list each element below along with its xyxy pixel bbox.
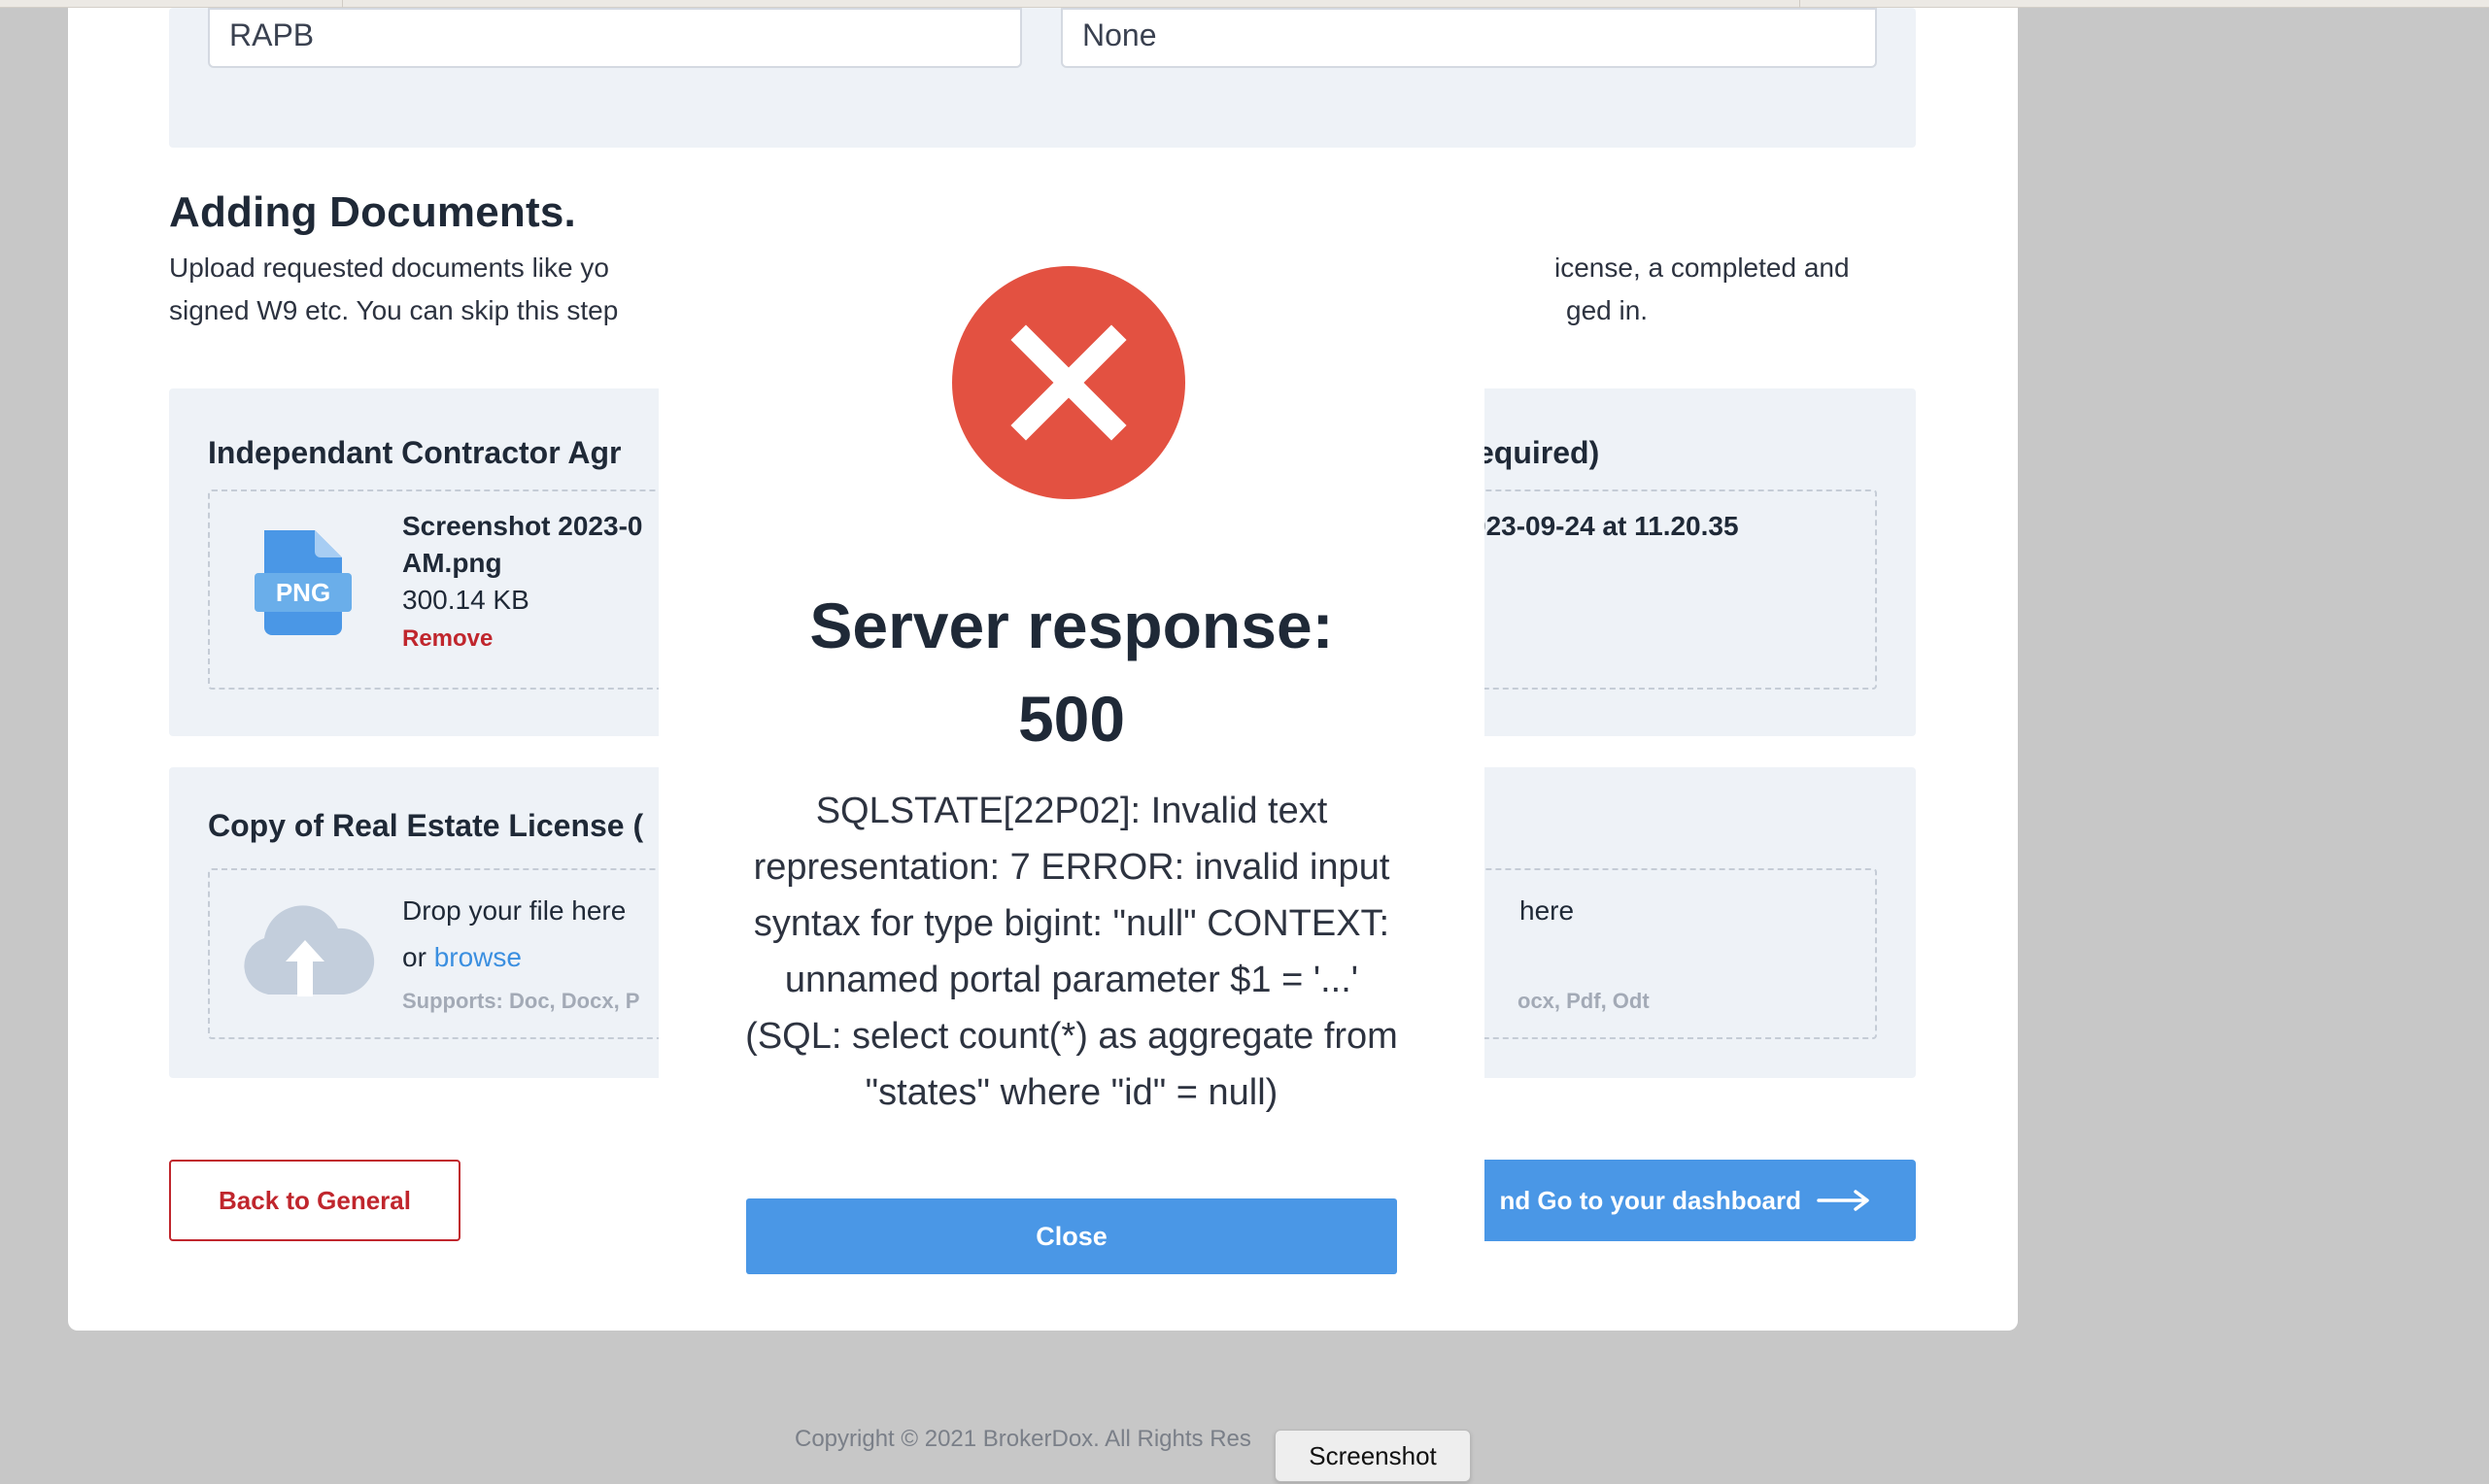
desc-line-1-left: Upload requested documents like yo [169,253,609,283]
browse-line: or browse [402,942,522,973]
svg-text:PNG: PNG [276,578,330,607]
png-file-icon: PNG [255,530,352,635]
license-title: Copy of Real Estate License ( [208,808,644,843]
cloud-upload-icon [244,905,375,996]
back-to-general-button[interactable]: Back to General [169,1160,460,1241]
go-to-dashboard-button[interactable]: nd Go to your dashboard [1467,1160,1916,1241]
tab-divider [1799,0,1800,8]
remove-file-link[interactable]: Remove [402,625,493,653]
desc-line-2-left: signed W9 etc. You can skip this step [169,295,619,325]
tab-divider [342,0,343,8]
desc-line-2-right: ged in. [1566,295,1649,325]
desc-line-1-right: icense, a completed and [1554,253,1850,283]
or-text: or [402,942,426,972]
error-modal: Server response: 500 SQLSTATE[22P02]: In… [659,186,1484,1313]
drop-text: Drop your file here [402,895,627,926]
modal-error-message: SQLSTATE[22P02]: Invalid text representa… [745,791,1398,1113]
go-to-dashboard-label: nd Go to your dashboard [1499,1185,1801,1215]
section-title: Adding Documents. [169,188,576,236]
supported-formats: Supports: Doc, Docx, P [402,989,640,1013]
close-button[interactable]: Close [746,1198,1397,1274]
w9-title: equired) [1477,435,1600,470]
modal-title-status-code: 500 [1017,683,1126,755]
w9-file-name: 023-09-24 at 11.20.35 [1471,511,1739,541]
modal-title-line-1: Server response: [809,590,1334,661]
browser-top-edge [0,0,2489,8]
right-supported-formats: ocx, Pdf, Odt [1517,989,1650,1013]
x-circle-icon [952,266,1185,499]
browse-link[interactable]: browse [434,942,522,972]
file-name-line-1: Screenshot 2023-0 [402,511,643,541]
file-name-line-2: AM.png [402,548,502,578]
general-info-panel: RAPB None [169,8,1916,148]
file-size: 300.14 KB [402,585,529,615]
copyright-footer: Copyright © 2021 BrokerDox. All Rights R… [795,1426,1251,1452]
screenshot-tooltip: Screenshot [1275,1430,1471,1482]
right-drop-text: here [1519,895,1575,926]
arrow-right-icon [1817,1190,1869,1211]
contractor-agreement-title: Independant Contractor Agr [208,435,622,470]
modal-title: Server response: 500 [659,579,1484,765]
office-field[interactable]: None [1061,8,1877,68]
brokerage-field[interactable]: RAPB [208,8,1022,68]
